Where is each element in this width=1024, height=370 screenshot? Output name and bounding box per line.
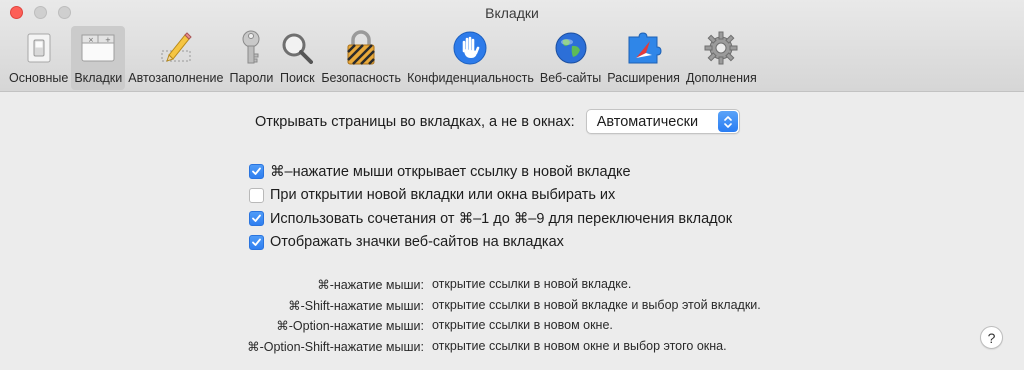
tab-websites[interactable]: Веб-сайты (537, 26, 604, 90)
shortcut-description: открытие ссылки в новом окне. (432, 318, 613, 332)
shortcut-row: ⌘-Option-Shift-нажатие мыши: открытие сс… (0, 339, 1024, 360)
tab-advanced-label: Дополнения (685, 71, 757, 85)
tab-advanced[interactable]: Дополнения (683, 26, 760, 90)
checkbox-row-cmd-number[interactable]: Использовать сочетания от ⌘–1 до ⌘–9 для… (249, 207, 732, 231)
svg-text:+: + (105, 36, 111, 44)
key-icon (233, 29, 269, 67)
shortcut-description: открытие ссылки в новой вкладке. (432, 277, 632, 291)
tab-privacy-label: Конфиденциальность (407, 71, 534, 85)
globe-icon (553, 29, 589, 67)
puzzle-compass-icon (626, 29, 662, 67)
tab-search[interactable]: Поиск (276, 26, 318, 90)
shortcut-row: ⌘-Shift-нажатие мыши: открытие ссылки в … (0, 298, 1024, 319)
padlock-icon (343, 29, 379, 67)
tab-general-label: Основные (9, 71, 69, 85)
tab-autofill-label: Автозаполнение (128, 71, 224, 85)
window-title: Вкладки (485, 5, 539, 21)
checkmark-icon (252, 167, 261, 176)
checkbox-row-select-new[interactable]: При открытии новой вкладки или окна выби… (249, 184, 732, 208)
checkbox-favicons[interactable] (249, 234, 264, 250)
checkbox-label: При открытии новой вкладки или окна выби… (270, 187, 616, 204)
tab-security-label: Безопасность (321, 71, 402, 85)
tab-websites-label: Веб-сайты (539, 71, 602, 85)
tab-passwords[interactable]: Пароли (226, 26, 276, 90)
tab-extensions[interactable]: Расширения (604, 26, 683, 90)
shortcut-key: ⌘-нажатие мыши: (317, 278, 424, 292)
tab-security[interactable]: Безопасность (318, 26, 404, 90)
shortcut-legend: ⌘-нажатие мыши: открытие ссылки в новой … (0, 277, 1024, 359)
tabs-icon: × + (80, 29, 116, 67)
tab-options-list: ⌘–нажатие мыши открывает ссылку в новой … (249, 160, 732, 254)
checkbox-cmd-click[interactable] (249, 164, 264, 180)
pencil-icon (158, 29, 194, 67)
tab-tabs-label: Вкладки (74, 71, 123, 85)
open-pages-select[interactable]: Автоматически (585, 109, 740, 134)
help-button[interactable]: ? (980, 326, 1003, 349)
checkmark-icon (252, 214, 261, 223)
checkbox-label: ⌘–нажатие мыши открывает ссылку в новой … (270, 163, 631, 180)
open-pages-label: Открывать страницы во вкладках, а не в о… (255, 113, 575, 130)
tab-search-label: Поиск (279, 71, 315, 85)
shortcut-key: ⌘-Shift-нажатие мыши: (288, 298, 424, 313)
svg-text:×: × (88, 36, 94, 44)
open-pages-selected-value: Автоматически (596, 113, 699, 130)
checkbox-cmd-number[interactable] (249, 211, 264, 227)
hand-icon (452, 29, 488, 67)
shortcut-description: открытие ссылки в новом окне и выбор это… (432, 338, 727, 353)
magnifier-icon (279, 29, 315, 67)
checkbox-label: Отображать значки веб-сайтов на вкладках (270, 234, 564, 251)
tab-general[interactable]: Основные (6, 26, 71, 90)
shortcut-row: ⌘-нажатие мыши: открытие ссылки в новой … (0, 277, 1024, 298)
titlebar: Вкладки Основные × + Вкладки Автозаполне… (0, 0, 1024, 92)
general-switch-icon (21, 29, 57, 67)
preferences-toolbar: Основные × + Вкладки Автозаполнение Паро… (6, 26, 760, 90)
open-pages-row: Открывать страницы во вкладках, а не в о… (255, 109, 740, 134)
checkmark-icon (252, 238, 261, 246)
checkbox-select-new[interactable] (249, 187, 264, 203)
tab-tabs[interactable]: × + Вкладки (71, 26, 126, 90)
tab-privacy[interactable]: Конфиденциальность (404, 26, 537, 90)
tab-autofill[interactable]: Автозаполнение (125, 26, 226, 90)
shortcut-description: открытие ссылки в новой вкладке и выбор … (432, 297, 761, 312)
tab-passwords-label: Пароли (229, 71, 274, 85)
chevron-updown-icon (717, 111, 738, 132)
gear-icon (703, 29, 739, 67)
shortcut-key: ⌘-Option-нажатие мыши: (276, 319, 424, 333)
shortcut-row: ⌘-Option-нажатие мыши: открытие ссылки в… (0, 318, 1024, 339)
checkbox-label: Использовать сочетания от ⌘–1 до ⌘–9 для… (270, 210, 733, 227)
checkbox-row-cmd-click[interactable]: ⌘–нажатие мыши открывает ссылку в новой … (249, 160, 732, 184)
preferences-window: Вкладки Основные × + Вкладки Автозаполне… (0, 0, 1024, 370)
tab-extensions-label: Расширения (607, 71, 680, 85)
checkbox-row-favicons[interactable]: Отображать значки веб-сайтов на вкладках (249, 231, 732, 255)
shortcut-key: ⌘-Option-Shift-нажатие мыши: (247, 339, 424, 354)
